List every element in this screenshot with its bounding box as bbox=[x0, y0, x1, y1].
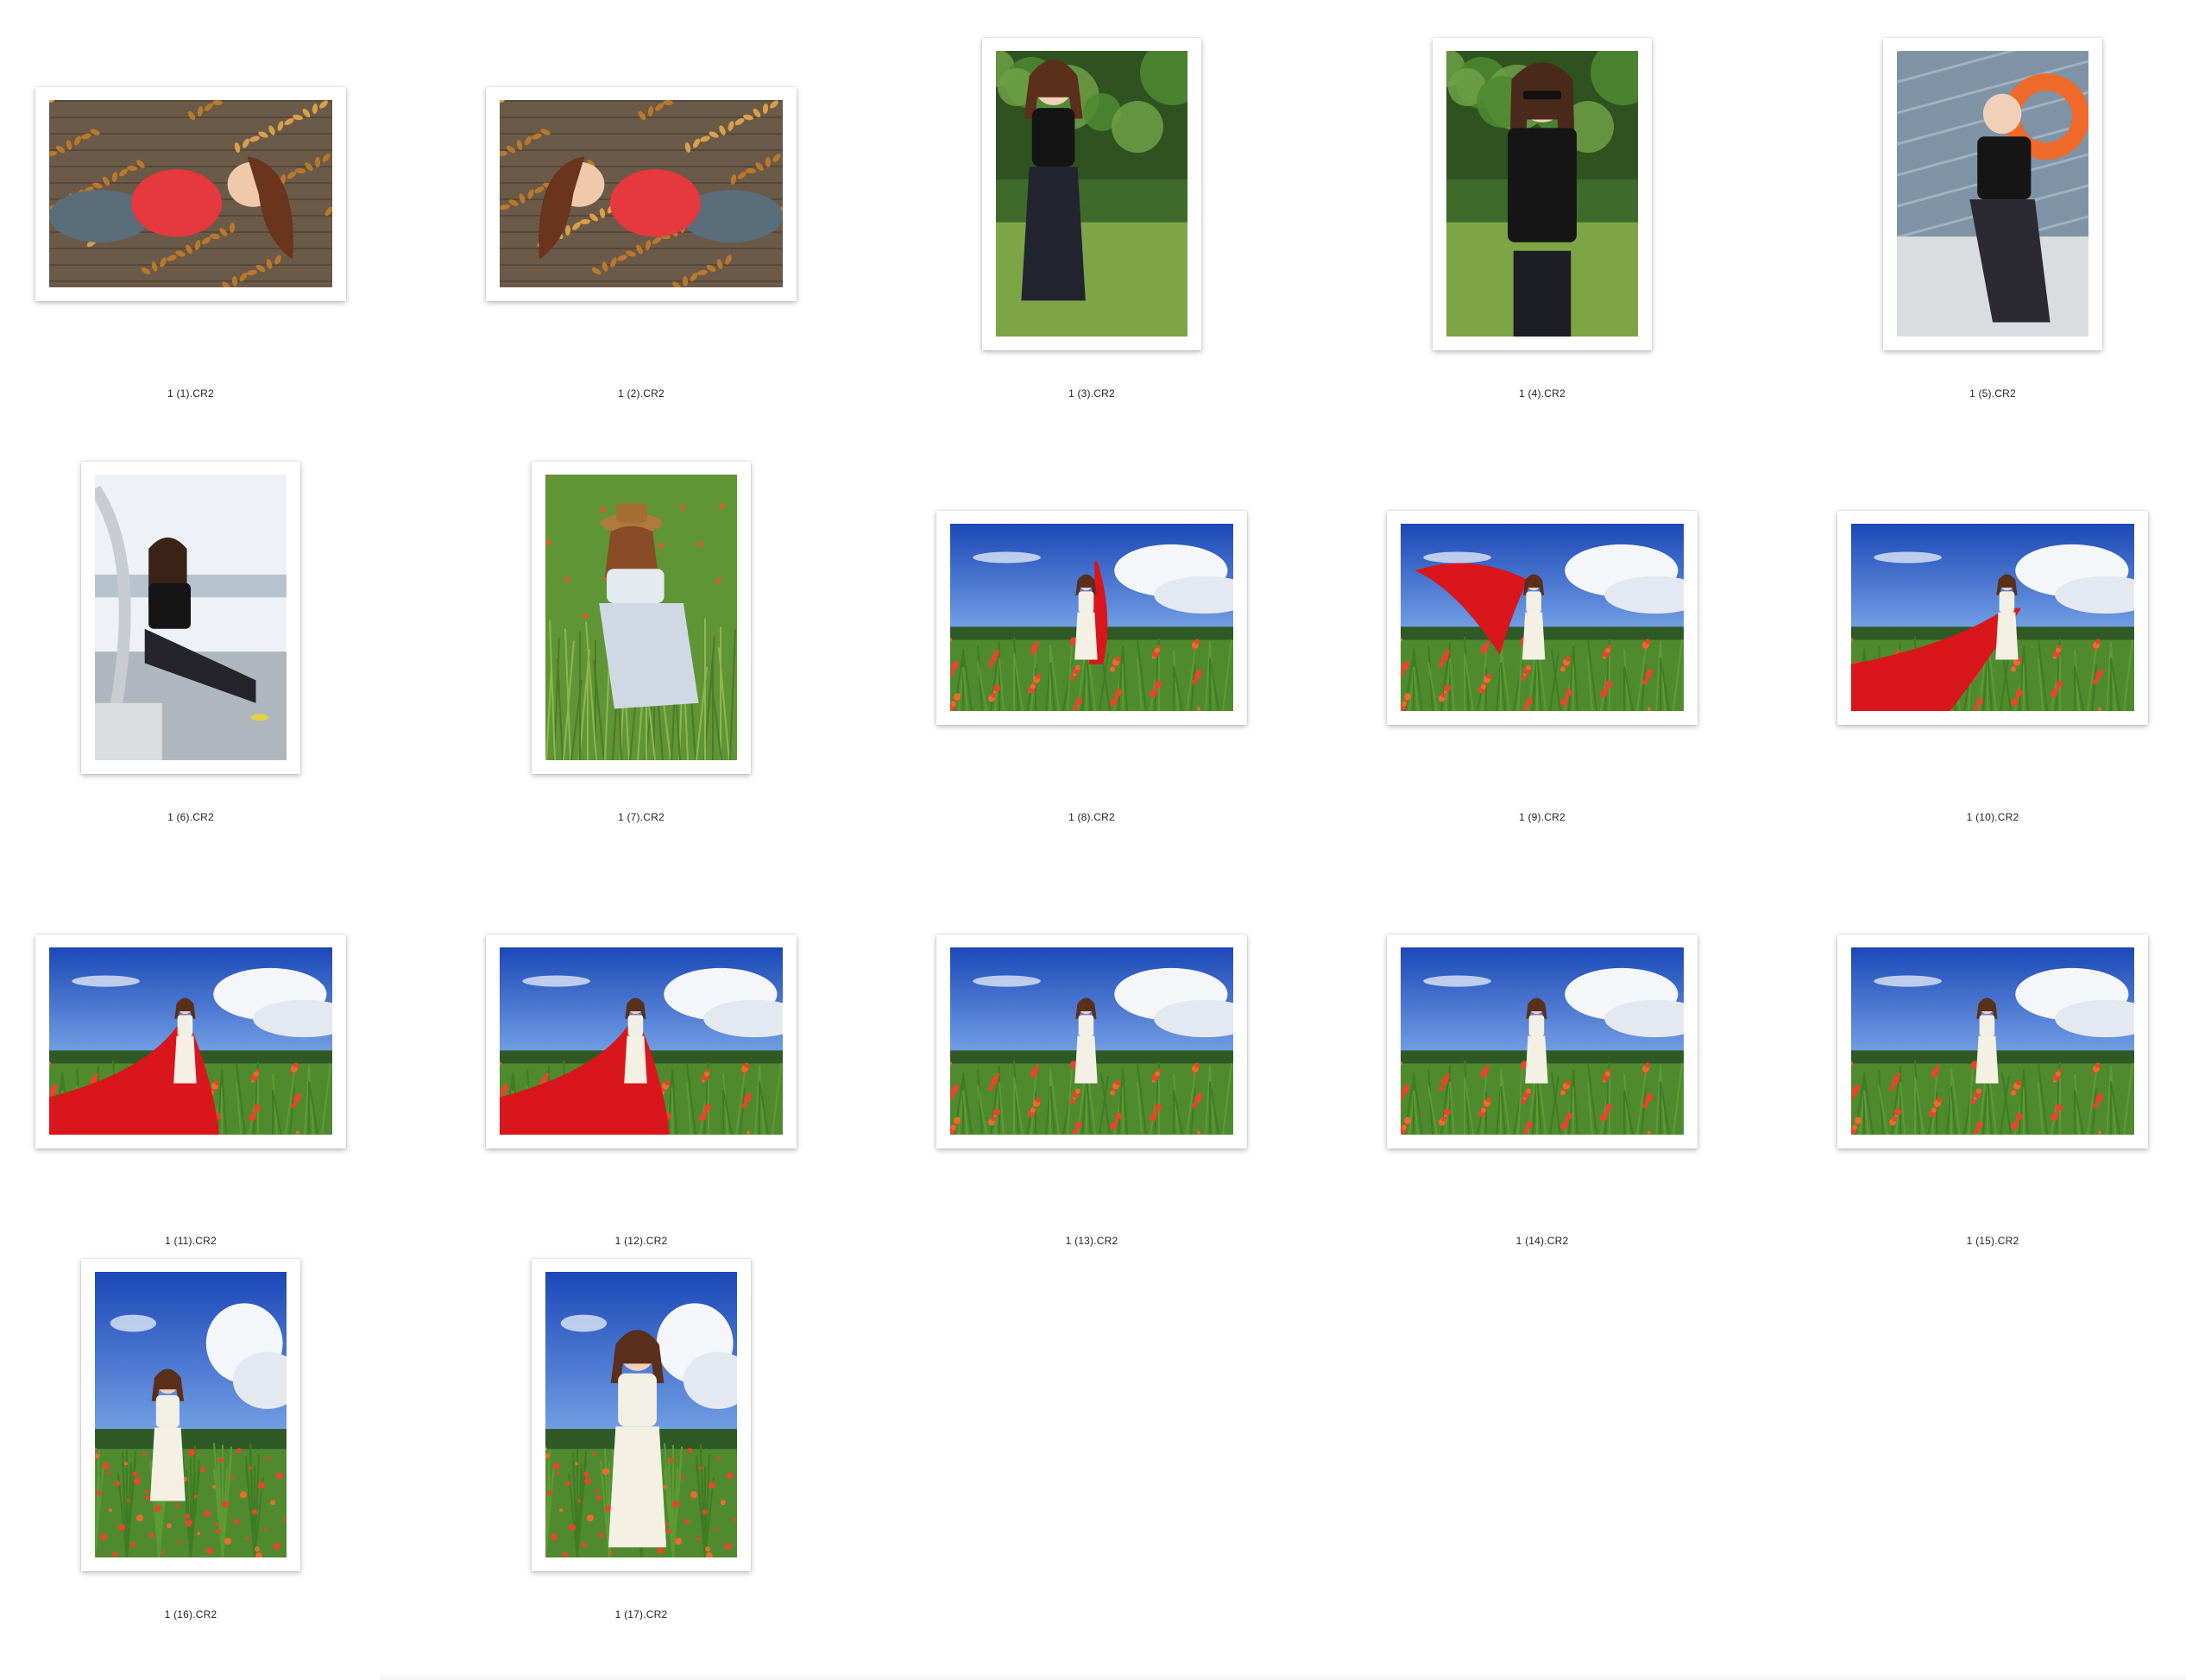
file-name-label[interactable]: 1 (4).CR2 bbox=[1351, 387, 1733, 400]
photo-preview bbox=[950, 524, 1233, 711]
file-name-label[interactable]: 1 (3).CR2 bbox=[901, 387, 1282, 400]
file-thumbnail[interactable] bbox=[35, 934, 346, 1148]
file-item[interactable]: 1 (10).CR2 bbox=[1802, 424, 2186, 847]
file-item[interactable]: 1 (14).CR2 bbox=[1351, 847, 1802, 1271]
photo-preview bbox=[1401, 947, 1684, 1135]
file-item[interactable]: 1 (16).CR2 bbox=[0, 1221, 450, 1645]
file-thumbnail[interactable] bbox=[35, 87, 346, 301]
file-item[interactable]: 1 (3).CR2 bbox=[901, 0, 1351, 424]
photo-preview bbox=[545, 1272, 737, 1557]
file-item[interactable]: 1 (15).CR2 bbox=[1802, 847, 2186, 1271]
photo-preview bbox=[95, 475, 287, 760]
photo-preview bbox=[1897, 51, 2088, 337]
file-item[interactable]: 1 (6).CR2 bbox=[0, 424, 450, 847]
photo-preview bbox=[500, 947, 783, 1135]
file-thumbnail[interactable] bbox=[486, 934, 797, 1148]
file-item[interactable]: 1 (8).CR2 bbox=[901, 424, 1351, 847]
file-item[interactable]: 1 (12).CR2 bbox=[450, 847, 901, 1271]
file-item[interactable]: 1 (4).CR2 bbox=[1351, 0, 1802, 424]
photo-preview bbox=[545, 475, 737, 760]
window-bottom-edge bbox=[380, 1671, 2186, 1680]
file-name-label[interactable]: 1 (8).CR2 bbox=[901, 811, 1282, 823]
file-item[interactable]: 1 (17).CR2 bbox=[450, 1221, 901, 1645]
file-thumbnail[interactable] bbox=[1387, 934, 1698, 1148]
file-thumbnail[interactable] bbox=[532, 462, 751, 774]
file-name-label[interactable]: 1 (5).CR2 bbox=[1802, 387, 2183, 400]
file-name-label[interactable]: 1 (2).CR2 bbox=[450, 387, 832, 400]
file-thumbnail[interactable] bbox=[81, 462, 300, 774]
file-thumbnail[interactable] bbox=[982, 38, 1201, 350]
photo-preview bbox=[500, 100, 783, 287]
file-name-label[interactable]: 1 (10).CR2 bbox=[1802, 811, 2183, 823]
file-thumbnail[interactable] bbox=[1387, 511, 1698, 725]
file-thumbnail[interactable] bbox=[936, 511, 1247, 725]
file-thumbnail[interactable] bbox=[81, 1259, 300, 1571]
file-name-label[interactable]: 1 (7).CR2 bbox=[450, 811, 832, 823]
file-item[interactable]: 1 (13).CR2 bbox=[901, 847, 1351, 1271]
file-thumbnail[interactable] bbox=[486, 87, 797, 301]
file-name-label[interactable]: 1 (14).CR2 bbox=[1351, 1235, 1733, 1247]
file-thumbnail[interactable] bbox=[1883, 38, 2102, 350]
photo-preview bbox=[950, 947, 1233, 1135]
file-thumbnail[interactable] bbox=[532, 1259, 751, 1571]
file-thumbnail[interactable] bbox=[1837, 934, 2148, 1148]
photo-preview bbox=[996, 51, 1187, 337]
file-thumbnail[interactable] bbox=[936, 934, 1247, 1148]
photo-preview bbox=[1851, 524, 2134, 711]
photo-preview bbox=[49, 100, 332, 287]
file-name-label[interactable]: 1 (17).CR2 bbox=[450, 1608, 832, 1620]
file-name-label[interactable]: 1 (1).CR2 bbox=[0, 387, 381, 400]
photo-preview bbox=[95, 1272, 287, 1557]
photo-preview bbox=[1401, 524, 1684, 711]
file-thumbnail[interactable] bbox=[1433, 38, 1652, 350]
photo-preview bbox=[1446, 51, 1638, 337]
file-item[interactable]: 1 (2).CR2 bbox=[450, 0, 901, 424]
file-item[interactable]: 1 (5).CR2 bbox=[1802, 0, 2186, 424]
file-name-label[interactable]: 1 (6).CR2 bbox=[0, 811, 381, 823]
file-thumbnail[interactable] bbox=[1837, 511, 2148, 725]
file-name-label[interactable]: 1 (13).CR2 bbox=[901, 1235, 1282, 1247]
file-item[interactable]: 1 (9).CR2 bbox=[1351, 424, 1802, 847]
photo-preview bbox=[49, 947, 332, 1135]
file-item[interactable]: 1 (1).CR2 bbox=[0, 0, 450, 424]
file-item[interactable]: 1 (7).CR2 bbox=[450, 424, 901, 847]
file-item[interactable]: 1 (11).CR2 bbox=[0, 847, 450, 1271]
file-name-label[interactable]: 1 (15).CR2 bbox=[1802, 1235, 2183, 1247]
file-name-label[interactable]: 1 (16).CR2 bbox=[0, 1608, 381, 1620]
file-name-label[interactable]: 1 (9).CR2 bbox=[1351, 811, 1733, 823]
photo-preview bbox=[1851, 947, 2134, 1135]
icon-grid: 1 (1).CR2 1 (2).CR2 1 (3).CR2 1 (4).CR2 … bbox=[0, 0, 2186, 1680]
